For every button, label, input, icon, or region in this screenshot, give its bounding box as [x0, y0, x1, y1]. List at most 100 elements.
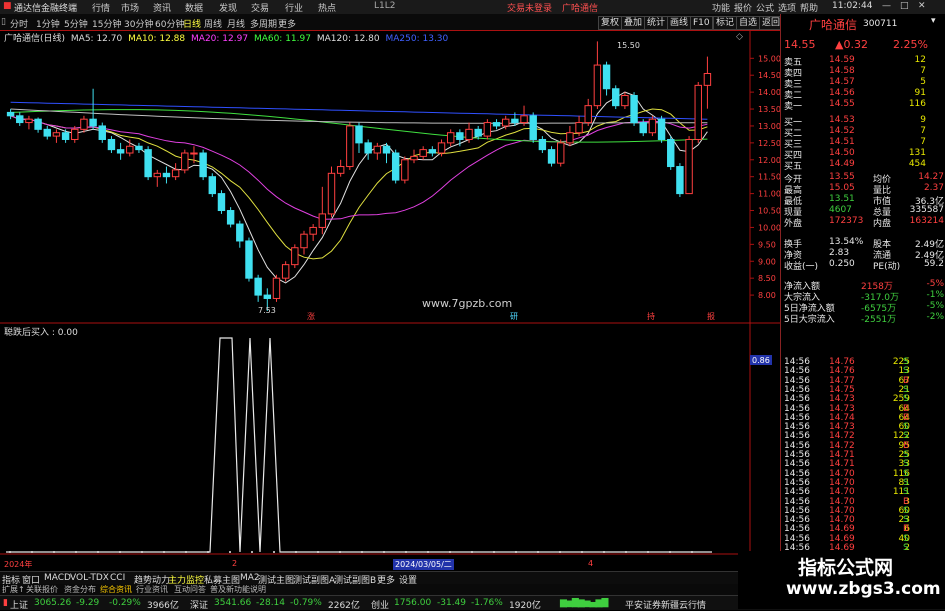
info-tab[interactable]: 扩展↑: [2, 584, 25, 595]
tf-weekly[interactable]: 周线: [204, 17, 222, 30]
flow-row[interactable]: 5日大宗流入 -2551万 -2%: [781, 312, 945, 325]
date-year: 2024年: [4, 560, 33, 569]
info-tabs: 扩展↑ 关联报价 资金分布 综合资讯 行业资讯 互动问答 普及新功能说明: [0, 584, 780, 595]
candle: [226, 210, 235, 225]
info-tab[interactable]: 综合资讯: [100, 584, 132, 595]
kline-chart[interactable]: 15.00 14.50 14.00 13.50 13.00 12.50 12.00 11.50…: [0, 30, 781, 555]
watermark-title: 指标公式网: [798, 557, 894, 579]
menu-news[interactable]: 资讯: [153, 1, 171, 14]
event-marker-2[interactable]: 研: [510, 311, 518, 322]
menu-data[interactable]: 数据: [185, 1, 203, 14]
indicator-tab[interactable]: MACD: [44, 573, 71, 583]
indicator-tab[interactable]: CCI: [110, 573, 125, 583]
ask-row[interactable]: 卖一 14.55 116: [781, 99, 945, 112]
maximize-icon[interactable]: □: [900, 1, 909, 11]
candle: [181, 152, 189, 171]
ask-row[interactable]: 卖四 14.58 7: [781, 66, 945, 79]
indicator-tab[interactable]: VOL-TDX: [70, 573, 109, 583]
tf-1min[interactable]: 1分钟: [36, 17, 60, 30]
ask-row[interactable]: 卖二 14.56 91: [781, 88, 945, 101]
menu-hot[interactable]: 热点: [318, 1, 336, 14]
stat2-value: 0.250: [829, 259, 855, 269]
ask-row[interactable]: 卖三 14.57 5: [781, 77, 945, 90]
menu-market[interactable]: 市场: [121, 1, 139, 14]
info-tab[interactable]: 关联报价: [26, 584, 58, 595]
flow-row[interactable]: 净流入额 2158万 -5%: [781, 279, 945, 292]
tf-intraday[interactable]: 分时: [10, 17, 28, 30]
candle: [245, 240, 253, 279]
flow-row[interactable]: 5日净流入额 -6575万 -5%: [781, 301, 945, 314]
menu-discover[interactable]: 发现: [219, 1, 237, 14]
menu-formula[interactable]: 公式: [756, 1, 774, 14]
chart-stock-name: 广哈通信(日线): [4, 34, 66, 44]
candle: [492, 122, 501, 127]
flow-row[interactable]: 大宗流入 -317.0万 -1%: [781, 290, 945, 303]
chart-area[interactable]: 15.00 14.50 14.00 13.50 13.00 12.50 12.00 11.50…: [0, 30, 781, 555]
candle: [171, 169, 180, 178]
stats-button[interactable]: 统计: [644, 16, 669, 30]
ma120-value: MA120: 12.80: [316, 34, 380, 44]
sh-pct: -0.29%: [109, 598, 141, 608]
ask-row[interactable]: 卖五 14.59 12: [781, 55, 945, 68]
watchlist-button[interactable]: 自选: [736, 16, 761, 30]
indicator-dot: [295, 551, 297, 553]
quote-price: 14.55: [784, 38, 816, 51]
ask-price: 14.58: [829, 66, 855, 76]
info-tab[interactable]: 普及新功能说明: [210, 584, 266, 595]
panel-toggle-icon[interactable]: ▯: [1, 17, 6, 27]
menu-quote[interactable]: 报价: [734, 1, 752, 14]
draw-line-button[interactable]: 画线: [667, 16, 692, 30]
mark-button[interactable]: 标记: [713, 16, 738, 30]
restore-rights-button[interactable]: 复权: [598, 16, 623, 30]
f10-button[interactable]: F10: [690, 16, 713, 30]
candle: [538, 138, 547, 151]
indicator-tab[interactable]: MA2: [240, 573, 260, 583]
price-tick-label: 11.00: [758, 190, 780, 199]
tf-15min[interactable]: 15分钟: [92, 17, 121, 30]
login-status[interactable]: 交易未登录: [507, 1, 552, 14]
minimize-icon[interactable]: —: [882, 1, 891, 11]
sz-label[interactable]: 深证: [190, 598, 208, 611]
bid-row[interactable]: 买三 14.51 7: [781, 137, 945, 150]
menu-industry[interactable]: 行业: [285, 1, 303, 14]
menu-options[interactable]: 选项: [778, 1, 796, 14]
bid-row[interactable]: 买一 14.53 9: [781, 115, 945, 128]
tf-monthly[interactable]: 月线: [227, 17, 245, 30]
tf-daily[interactable]: 日线: [183, 17, 201, 30]
tf-5min[interactable]: 5分钟: [64, 17, 88, 30]
menu-market-quote[interactable]: 行情: [92, 1, 110, 14]
indicator-dot: [339, 551, 341, 553]
menu-trade[interactable]: 交易: [251, 1, 269, 14]
bid-row[interactable]: 买五 14.49 454: [781, 159, 945, 172]
event-marker-3[interactable]: 持: [647, 311, 655, 322]
event-marker-4[interactable]: 报: [707, 311, 715, 322]
tf-more[interactable]: 更多: [278, 17, 296, 30]
price-tick-label: 12.50: [758, 139, 780, 148]
event-marker-1[interactable]: 涨: [307, 311, 315, 322]
indicator-dot: [75, 551, 77, 553]
tf-30min[interactable]: 30分钟: [124, 17, 153, 30]
menu-function[interactable]: 功能: [712, 1, 730, 14]
bid-row[interactable]: 买四 14.50 131: [781, 148, 945, 161]
tf-60min[interactable]: 60分钟: [155, 17, 184, 30]
flow-pct: -2%: [926, 312, 944, 322]
window-close-icon[interactable]: ✕: [918, 1, 926, 11]
bid-row[interactable]: 买二 14.52 7: [781, 126, 945, 139]
info-tab[interactable]: 互动问答: [174, 584, 206, 595]
quote-menu-icon[interactable]: ▾: [931, 16, 936, 26]
candle: [346, 125, 354, 168]
stat-value: 13.55: [829, 172, 855, 182]
tf-multi[interactable]: 多周期: [250, 17, 277, 30]
info-tab[interactable]: 资金分布: [64, 584, 96, 595]
chart-options-icon[interactable]: ◇: [736, 32, 743, 42]
sh-label[interactable]: 上证: [10, 598, 28, 611]
watermark-url: www.zbgs3.com: [786, 579, 941, 599]
cy-label[interactable]: 创业: [371, 598, 389, 611]
overlay-button[interactable]: 叠加: [621, 16, 646, 30]
candle: [391, 152, 400, 181]
menu-help[interactable]: 帮助: [800, 1, 818, 14]
stat2-label: 收益(一): [784, 262, 819, 272]
info-tab[interactable]: 行业资讯: [136, 584, 168, 595]
ma60-value: MA60: 11.97: [253, 34, 311, 44]
candle: [410, 155, 418, 161]
